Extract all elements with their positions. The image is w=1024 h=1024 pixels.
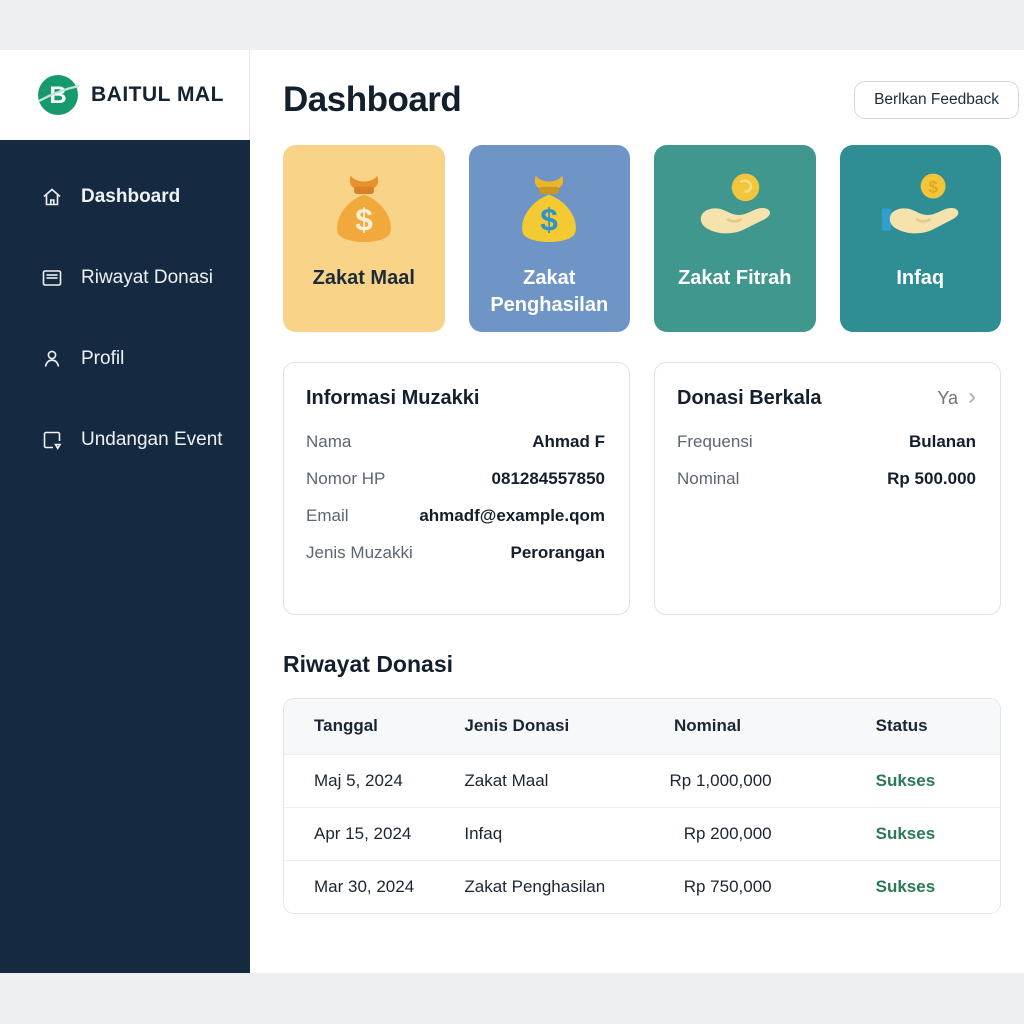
- zakat-card-label: Infaq: [886, 265, 954, 292]
- berkala-status: Ya: [937, 388, 958, 409]
- sidebar-item-dashboard[interactable]: Dashboard: [0, 182, 250, 212]
- info-value: 081284557850: [492, 469, 605, 489]
- hand-coin-icon: $: [878, 169, 962, 253]
- sidebar-item-label: Riwayat Donasi: [81, 267, 213, 289]
- cell-tanggal: Mar 30, 2024: [284, 860, 434, 913]
- cell-status: Sukses: [850, 860, 1000, 913]
- zakat-fitrah-card[interactable]: Zakat Fitrah: [654, 145, 816, 332]
- main-content: Dashboard Berlkan Feedback $ Zakat Maal: [250, 50, 1024, 973]
- cell-nominal: Rp 1,000,000: [642, 754, 850, 807]
- zakat-maal-card[interactable]: $ Zakat Maal: [283, 145, 445, 332]
- sidebar-nav: Dashboard Riwayat Donasi Profil: [0, 140, 250, 973]
- column-header-jenis: Jenis Donasi: [434, 699, 642, 754]
- info-value: Bulanan: [909, 432, 976, 452]
- home-icon: [40, 185, 64, 209]
- column-header-status: Status: [850, 699, 1000, 754]
- donation-history-table: Tanggal Jenis Donasi Nominal Status Maj …: [283, 698, 1001, 914]
- list-icon: [40, 266, 64, 290]
- info-value: Rp 500.000: [887, 469, 976, 489]
- table-row: Apr 15, 2024 Infaq Rp 200,000 Sukses: [284, 807, 1000, 860]
- svg-text:$: $: [929, 178, 939, 197]
- card-title: Donasi Berkala: [677, 387, 822, 410]
- cell-tanggal: Apr 15, 2024: [284, 807, 434, 860]
- event-icon: [40, 428, 64, 452]
- info-row-frequensi: Frequensi Bulanan: [677, 432, 976, 452]
- sidebar-item-label: Dashboard: [81, 186, 180, 208]
- cell-status: Sukses: [850, 754, 1000, 807]
- page-title: Dashboard: [283, 80, 461, 120]
- cell-jenis: Zakat Maal: [434, 754, 642, 807]
- zakat-card-label: Zakat Penghasilan: [469, 265, 631, 319]
- brand-name: BAITUL MAL: [91, 83, 224, 107]
- info-value: Perorangan: [511, 543, 605, 563]
- info-value: ahmadf@example.qom: [419, 506, 605, 526]
- feedback-button[interactable]: Berlkan Feedback: [854, 81, 1019, 119]
- info-card-row: Informasi Muzakki Nama Ahmad F Nomor HP …: [283, 362, 1001, 615]
- column-header-tanggal: Tanggal: [284, 699, 434, 754]
- info-row-nama: Nama Ahmad F: [306, 432, 605, 452]
- money-bag-icon: $: [322, 169, 406, 253]
- sidebar-item-riwayat-donasi[interactable]: Riwayat Donasi: [0, 263, 250, 293]
- sidebar-item-profil[interactable]: Profil: [0, 344, 250, 374]
- info-value: Ahmad F: [532, 432, 605, 452]
- cell-nominal: Rp 200,000: [642, 807, 850, 860]
- user-icon: [40, 347, 64, 371]
- table-row: Mar 30, 2024 Zakat Penghasilan Rp 750,00…: [284, 860, 1000, 913]
- info-label: Nominal: [677, 469, 739, 489]
- informasi-muzakki-card: Informasi Muzakki Nama Ahmad F Nomor HP …: [283, 362, 630, 615]
- sidebar-item-label: Undangan Event: [81, 429, 223, 451]
- cell-nominal: Rp 750,000: [642, 860, 850, 913]
- money-bag-icon: $: [507, 169, 591, 253]
- info-label: Nomor HP: [306, 469, 385, 489]
- cell-jenis: Infaq: [434, 807, 642, 860]
- info-row-email: Email ahmadf@example.qom: [306, 506, 605, 526]
- sidebar-item-undangan-event[interactable]: Undangan Event: [0, 425, 250, 455]
- svg-text:$: $: [355, 202, 373, 238]
- cell-status: Sukses: [850, 807, 1000, 860]
- card-title: Informasi Muzakki: [306, 387, 479, 410]
- hand-coin-icon: [693, 169, 777, 253]
- cell-jenis: Zakat Penghasilan: [434, 860, 642, 913]
- info-label: Nama: [306, 432, 351, 452]
- zakat-card-label: Zakat Fitrah: [668, 265, 801, 292]
- brand-header: B BAITUL MAL: [0, 50, 250, 140]
- app-window: B BAITUL MAL Dashboard Riwa: [0, 50, 1024, 973]
- main-header: Dashboard Berlkan Feedback: [283, 80, 1001, 120]
- cell-tanggal: Maj 5, 2024: [284, 754, 434, 807]
- berkala-detail-link[interactable]: Ya ›: [937, 388, 976, 409]
- table-header-row: Tanggal Jenis Donasi Nominal Status: [284, 699, 1000, 754]
- info-label: Jenis Muzakki: [306, 543, 413, 563]
- sidebar: B BAITUL MAL Dashboard Riwa: [0, 50, 250, 973]
- sidebar-item-label: Profil: [81, 348, 124, 370]
- info-label: Email: [306, 506, 349, 526]
- info-row-jenis-muzakki: Jenis Muzakki Perorangan: [306, 543, 605, 563]
- column-header-nominal: Nominal: [642, 699, 850, 754]
- info-row-nominal: Nominal Rp 500.000: [677, 469, 976, 489]
- zakat-card-label: Zakat Maal: [303, 265, 425, 292]
- info-row-nomor-hp: Nomor HP 081284557850: [306, 469, 605, 489]
- chevron-right-icon: ›: [968, 385, 976, 409]
- brand-logo-icon: B: [36, 73, 80, 117]
- riwayat-donasi-heading: Riwayat Donasi: [283, 651, 1001, 678]
- zakat-penghasilan-card[interactable]: $ Zakat Penghasilan: [469, 145, 631, 332]
- table-row: Maj 5, 2024 Zakat Maal Rp 1,000,000 Suks…: [284, 754, 1000, 807]
- zakat-card-grid: $ Zakat Maal $ Zakat Penghasilan: [283, 145, 1001, 332]
- info-label: Frequensi: [677, 432, 753, 452]
- svg-text:$: $: [540, 202, 558, 238]
- donasi-berkala-card: Donasi Berkala Ya › Frequensi Bulanan No…: [654, 362, 1001, 615]
- infaq-card[interactable]: $ Infaq: [840, 145, 1002, 332]
